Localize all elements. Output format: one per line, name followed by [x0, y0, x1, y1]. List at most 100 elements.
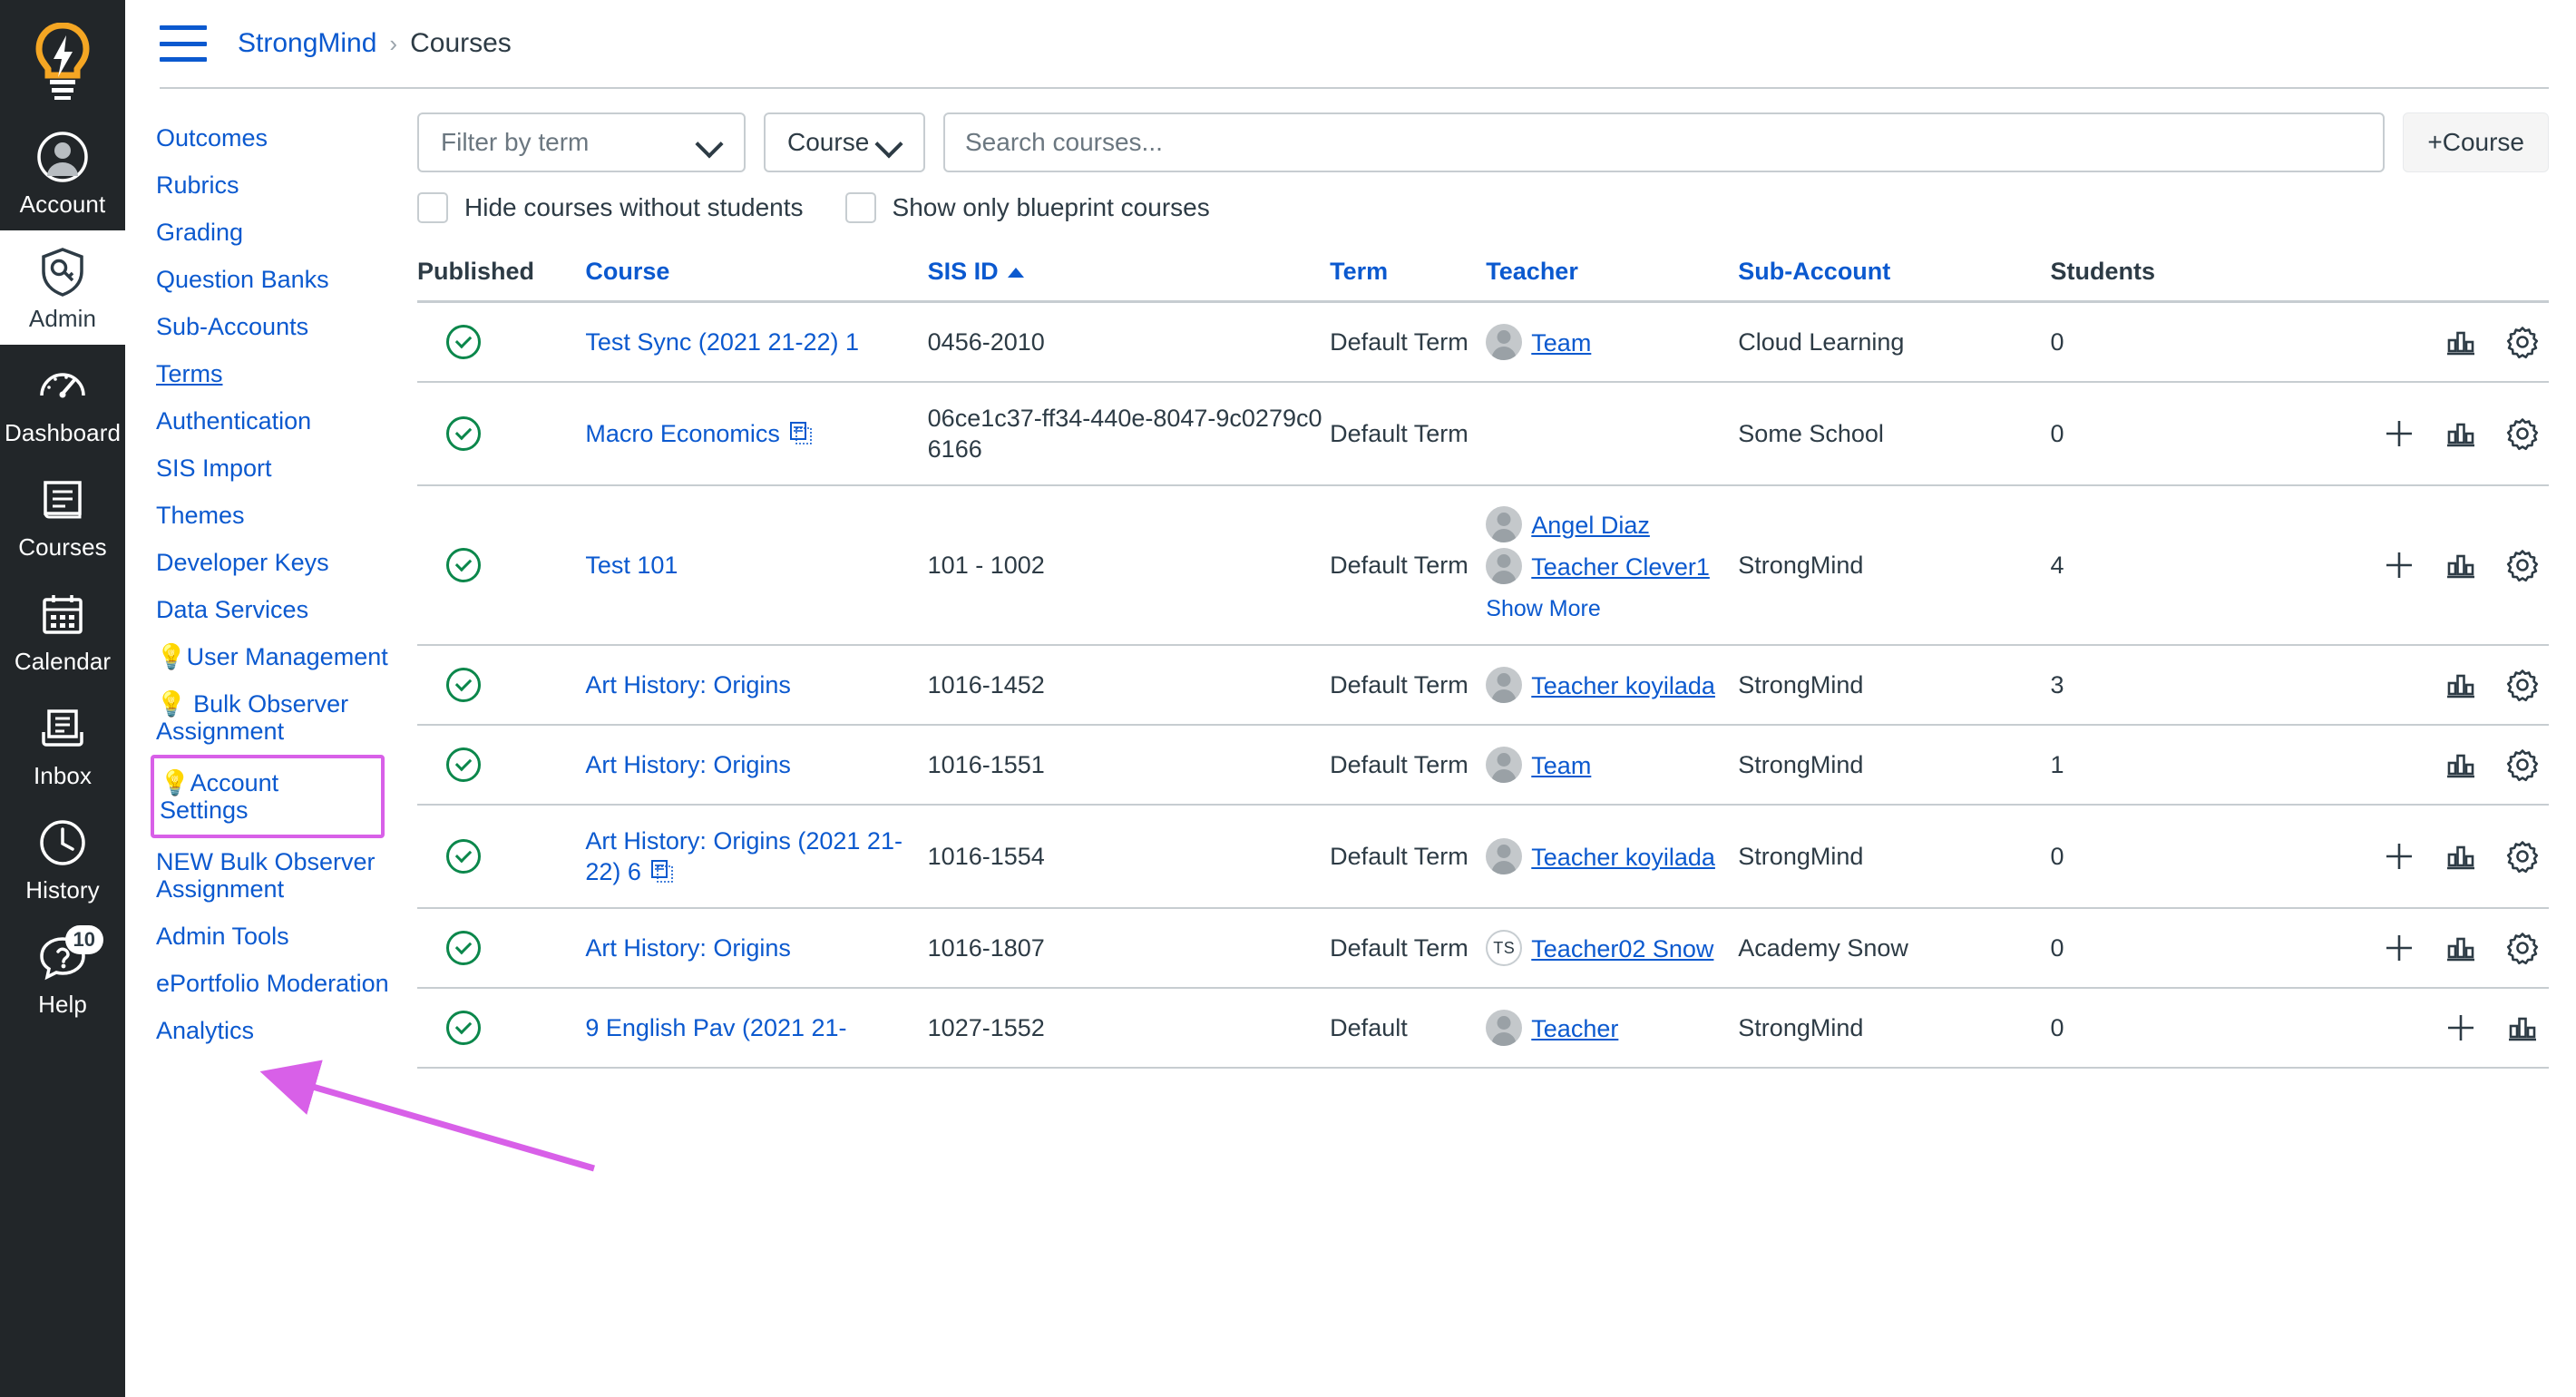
- context-nav-item-sis-import[interactable]: SIS Import: [156, 444, 390, 492]
- column-header-teacher-label: Teacher: [1486, 258, 1578, 285]
- teacher-link[interactable]: Team: [1531, 329, 1591, 357]
- column-header-teacher[interactable]: Teacher: [1486, 258, 1739, 303]
- statistics-icon[interactable]: [2442, 837, 2480, 875]
- blueprint-icon[interactable]: [789, 421, 813, 444]
- global-nav-admin[interactable]: Admin: [0, 230, 125, 345]
- context-nav-item-admin-tools[interactable]: Admin Tools: [156, 913, 390, 960]
- context-nav-item-new-bulk-observer-assignment[interactable]: NEW Bulk Observer Assignment: [156, 838, 390, 913]
- gear-icon[interactable]: [2503, 415, 2542, 453]
- statistics-icon[interactable]: [2442, 746, 2480, 784]
- show-more-link[interactable]: Show More: [1486, 593, 1731, 624]
- global-nav-calendar[interactable]: Calendar: [0, 573, 125, 688]
- column-header-students: Students: [2050, 258, 2249, 303]
- add-course-button[interactable]: +Course: [2403, 112, 2549, 172]
- published-check-icon[interactable]: [446, 931, 481, 965]
- column-header-term[interactable]: Term: [1330, 258, 1487, 303]
- strongmind-logo[interactable]: [0, 7, 125, 116]
- blueprint-icon[interactable]: [650, 859, 674, 883]
- search-courses-input[interactable]: Search courses...: [943, 112, 2386, 172]
- global-nav-account[interactable]: Account: [0, 116, 125, 230]
- course-link[interactable]: Art History: Origins: [585, 934, 791, 962]
- cell-course: Art History: Origins: [585, 645, 928, 726]
- context-nav-item-sub-accounts[interactable]: Sub-Accounts: [156, 303, 390, 350]
- context-nav-item-account-settings[interactable]: 💡Account Settings: [151, 755, 385, 838]
- breadcrumb-root-link[interactable]: StrongMind: [238, 28, 376, 59]
- plus-icon[interactable]: [2442, 1009, 2480, 1047]
- sort-by-select[interactable]: Course: [764, 112, 925, 172]
- published-check-icon[interactable]: [446, 548, 481, 582]
- gear-icon[interactable]: [2503, 746, 2542, 784]
- statistics-icon[interactable]: [2442, 666, 2480, 704]
- context-nav-item-authentication[interactable]: Authentication: [156, 397, 390, 444]
- filter-by-term-select[interactable]: Filter by term: [417, 112, 746, 172]
- app-root: Account Admin Dashboard Courses Calendar…: [0, 0, 2576, 1397]
- plus-icon[interactable]: [2380, 929, 2418, 967]
- context-nav-item-terms[interactable]: Terms: [156, 350, 390, 397]
- context-nav-item-eportfolio-moderation[interactable]: ePortfolio Moderation: [156, 960, 390, 1007]
- teacher-link[interactable]: Teacher02 Snow: [1531, 935, 1713, 962]
- published-check-icon[interactable]: [446, 1011, 481, 1045]
- statistics-icon[interactable]: [2442, 546, 2480, 584]
- cell-teacher: Teacher koyilada: [1486, 645, 1739, 726]
- course-link[interactable]: Art History: Origins: [585, 671, 791, 698]
- plus-icon[interactable]: [2380, 837, 2418, 875]
- row-action-icons: [2249, 323, 2542, 361]
- show-only-blueprint-courses-checkbox[interactable]: [844, 192, 876, 223]
- context-nav-item-bulk-observer-assignment[interactable]: 💡 Bulk Observer Assignment: [156, 680, 390, 755]
- context-nav-item-question-banks[interactable]: Question Banks: [156, 256, 390, 303]
- global-nav-courses[interactable]: Courses: [0, 459, 125, 573]
- course-link[interactable]: Art History: Origins: [585, 751, 791, 778]
- lightbulb-logo-icon: [35, 23, 90, 100]
- global-nav-history[interactable]: History: [0, 802, 125, 916]
- course-link[interactable]: 9 English Pav (2021 21-: [585, 1014, 846, 1041]
- cell-published: [417, 725, 586, 806]
- context-nav-item-grading[interactable]: Grading: [156, 209, 390, 256]
- statistics-icon[interactable]: [2442, 323, 2480, 361]
- course-link[interactable]: Test Sync (2021 21-22) 1: [585, 328, 859, 356]
- column-header-sis-id[interactable]: SIS ID: [927, 258, 1331, 303]
- statistics-icon[interactable]: [2442, 415, 2480, 453]
- column-header-course[interactable]: Course: [585, 258, 928, 303]
- cell-term: Default Term: [1330, 301, 1487, 383]
- context-nav-item-data-services[interactable]: Data Services: [156, 586, 390, 633]
- teacher-link[interactable]: Angel Diaz: [1531, 512, 1650, 539]
- global-nav-inbox[interactable]: Inbox: [0, 688, 125, 802]
- published-check-icon[interactable]: [446, 839, 481, 874]
- published-check-icon[interactable]: [446, 668, 481, 702]
- global-nav-dashboard[interactable]: Dashboard: [0, 345, 125, 459]
- teacher-link[interactable]: Teacher koyilada: [1531, 672, 1715, 699]
- plus-icon[interactable]: [2380, 546, 2418, 584]
- global-nav-help[interactable]: 10 Help: [0, 916, 125, 1031]
- published-check-icon[interactable]: [446, 747, 481, 782]
- plus-icon[interactable]: [2380, 415, 2418, 453]
- teacher-link[interactable]: Teacher Clever1: [1531, 553, 1710, 581]
- column-header-sub-account[interactable]: Sub-Account: [1738, 258, 2051, 303]
- context-nav-item-themes[interactable]: Themes: [156, 492, 390, 539]
- published-check-icon[interactable]: [446, 416, 481, 451]
- course-link[interactable]: Macro Economics: [585, 420, 780, 447]
- published-check-icon[interactable]: [446, 325, 481, 359]
- context-nav-item-analytics[interactable]: Analytics: [156, 1007, 390, 1054]
- hide-courses-without-students-checkbox[interactable]: [417, 192, 448, 223]
- teacher-link[interactable]: Teacher koyilada: [1531, 844, 1715, 871]
- gear-icon[interactable]: [2503, 666, 2542, 704]
- statistics-icon[interactable]: [2503, 1009, 2542, 1047]
- cell-sis-id: 1016-1452: [927, 645, 1331, 726]
- context-nav-item-developer-keys[interactable]: Developer Keys: [156, 539, 390, 586]
- gear-icon[interactable]: [2503, 323, 2542, 361]
- gear-icon[interactable]: [2503, 929, 2542, 967]
- course-link[interactable]: Test 101: [585, 552, 678, 579]
- help-badge-count: 10: [64, 925, 103, 954]
- teacher-link[interactable]: Team: [1531, 752, 1591, 779]
- course-link[interactable]: Art History: Origins (2021 21-22) 6: [585, 827, 903, 885]
- context-nav-item-outcomes[interactable]: Outcomes: [156, 114, 390, 161]
- context-nav-item-user-management[interactable]: 💡User Management: [156, 633, 390, 680]
- gear-icon[interactable]: [2503, 837, 2542, 875]
- statistics-icon[interactable]: [2442, 929, 2480, 967]
- global-nav-calendar-label: Calendar: [14, 648, 112, 675]
- column-header-actions: [2248, 258, 2549, 303]
- gear-icon[interactable]: [2503, 546, 2542, 584]
- teacher-link[interactable]: Teacher: [1531, 1015, 1618, 1042]
- context-nav-item-rubrics[interactable]: Rubrics: [156, 161, 390, 209]
- hamburger-menu-icon[interactable]: [160, 25, 207, 62]
